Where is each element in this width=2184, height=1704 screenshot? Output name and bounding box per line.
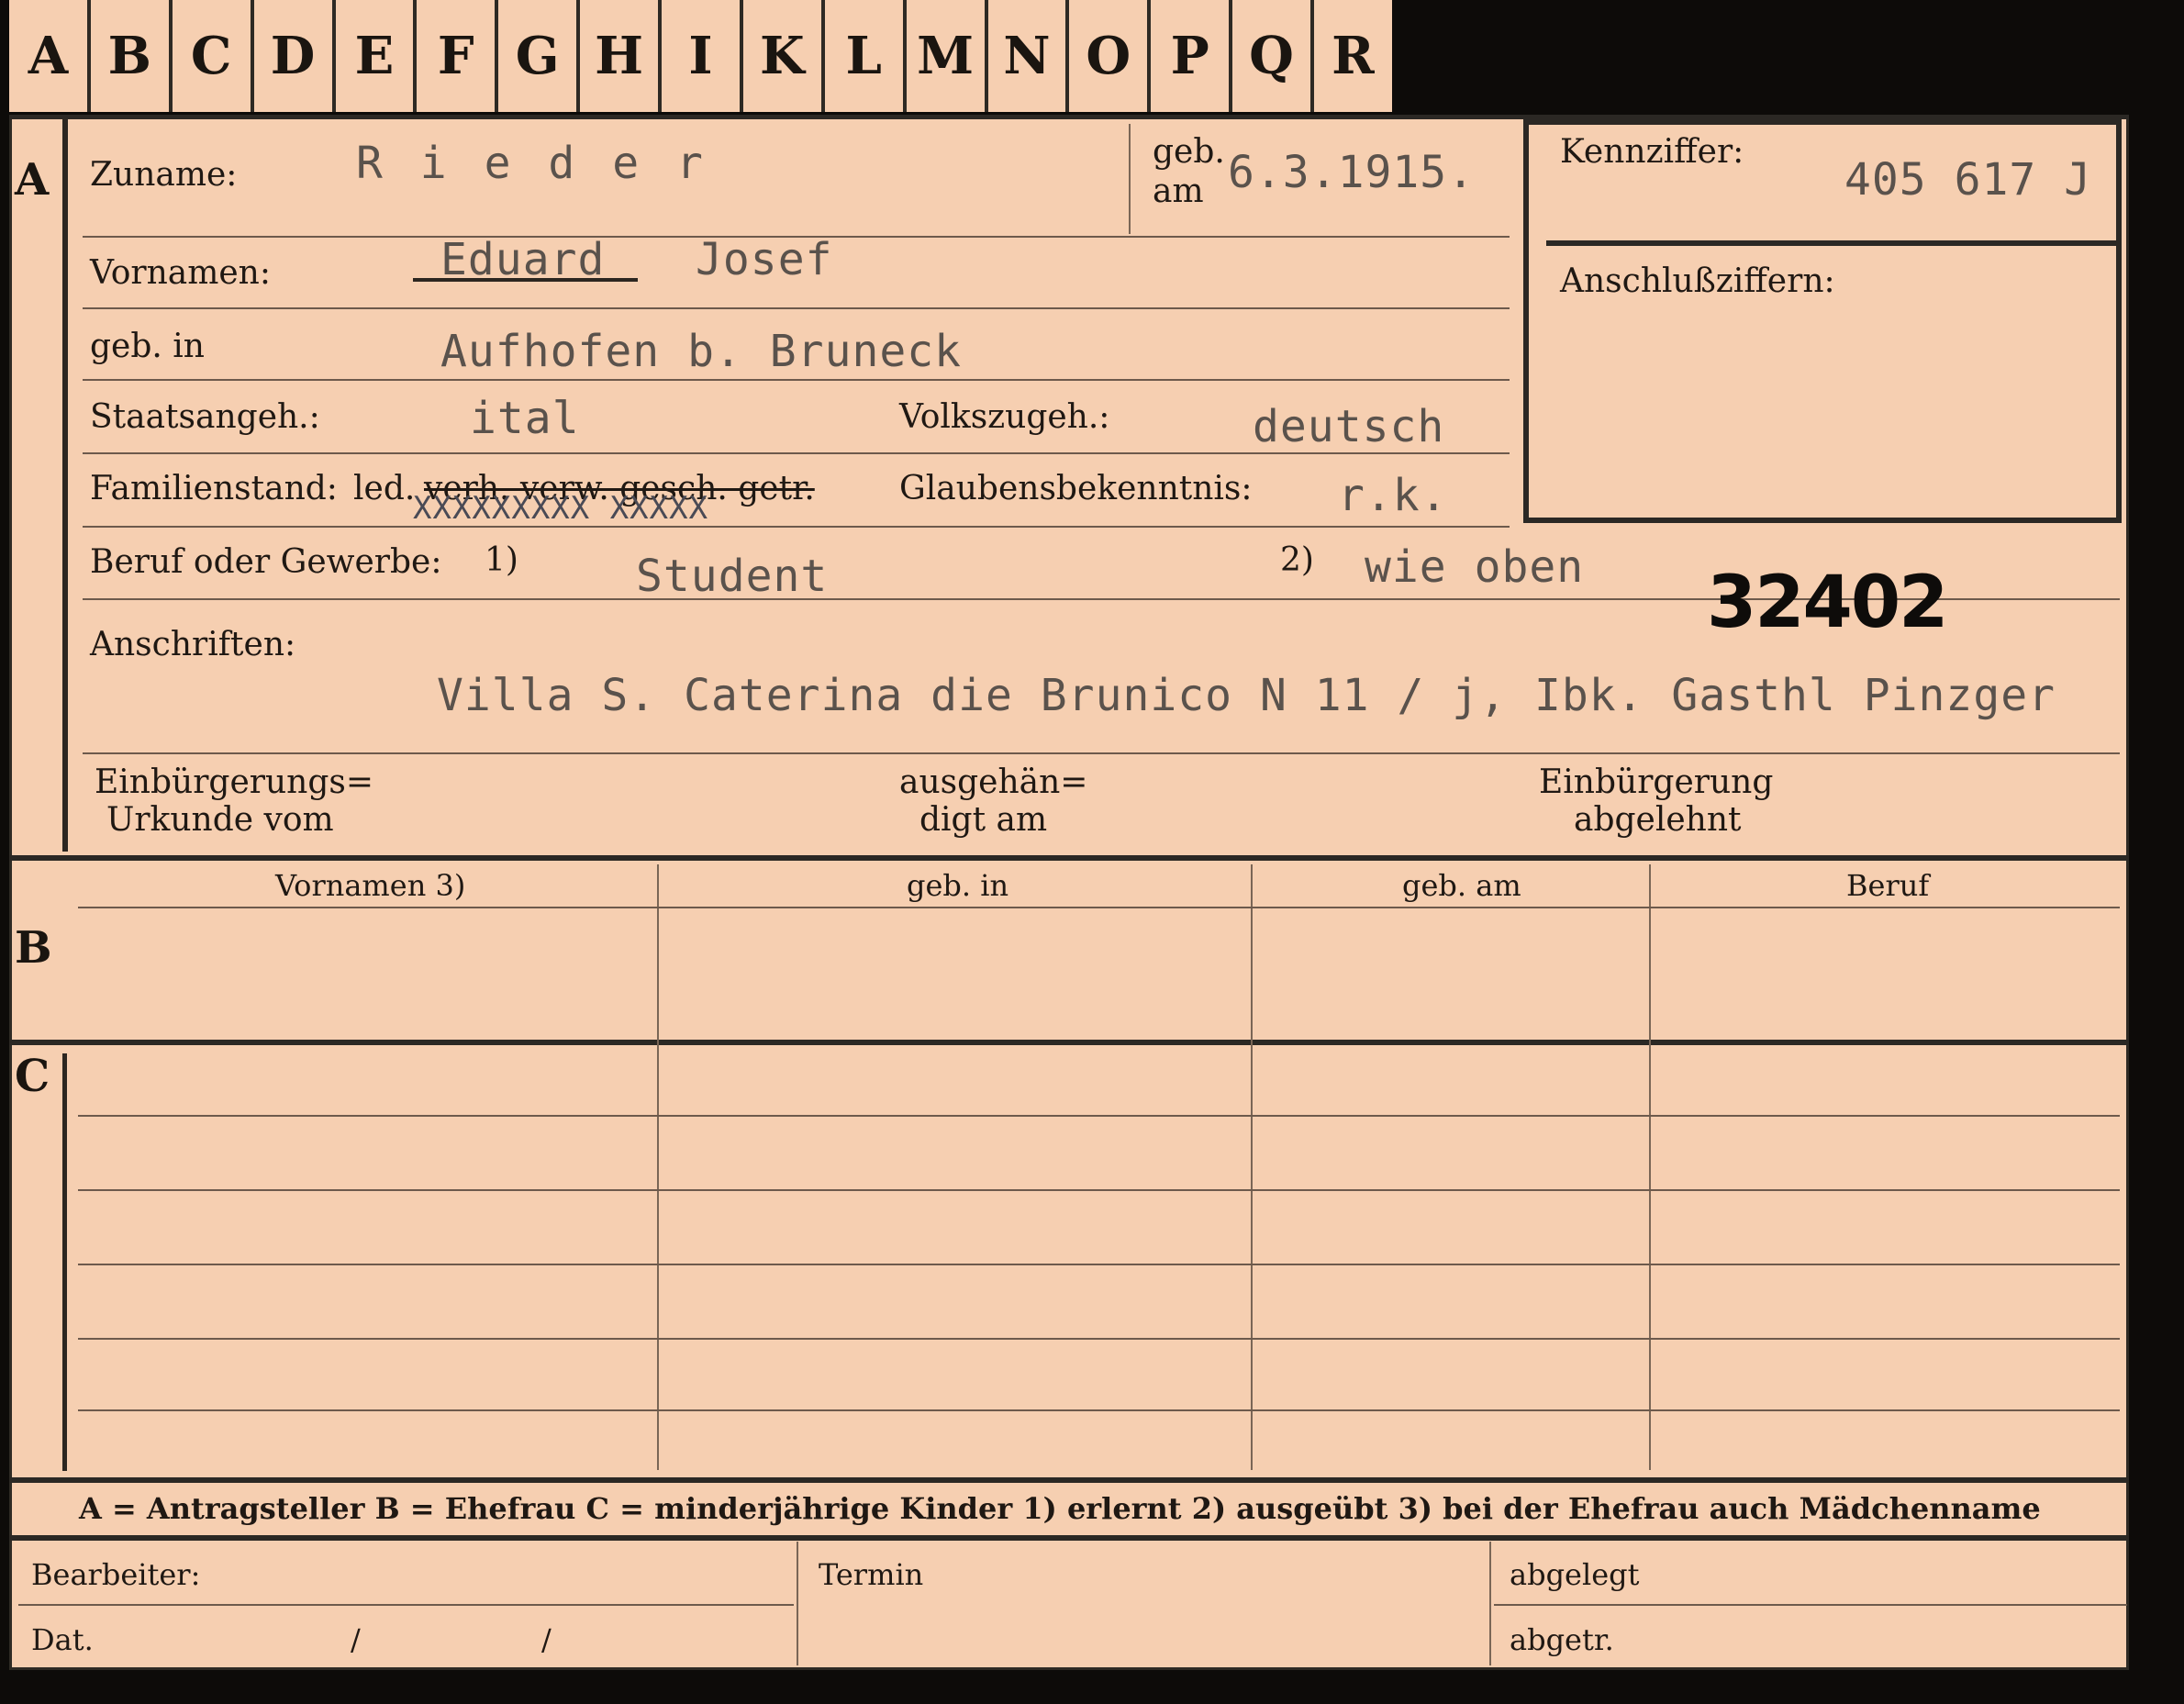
- geb-am-label-1: geb.: [1153, 133, 1225, 171]
- familienstand-label: Familienstand:: [90, 470, 338, 507]
- ausgehaendigt-label-2: digt am: [919, 801, 1048, 839]
- glaubensbekenntnis-value: r.k.: [1338, 470, 1448, 521]
- dat-label: Dat.: [31, 1622, 94, 1657]
- staatsangehoerigkeit-value: ital: [470, 393, 580, 444]
- abgelehnt-label-2: abgelehnt: [1574, 801, 1742, 839]
- table-header-vornamen: Vornamen 3): [275, 868, 466, 903]
- abgetr-label: abgetr.: [1510, 1622, 1614, 1657]
- termin-label: Termin: [819, 1557, 924, 1592]
- beruf-value-2: wie oben: [1365, 541, 1585, 593]
- section-c-rule: [62, 1053, 67, 1471]
- staatsangehoerigkeit-label: Staatsangeh.:: [90, 398, 320, 436]
- abgelegt-label: abgelegt: [1510, 1557, 1640, 1592]
- section-c-letter: C: [15, 1051, 50, 1102]
- legend-top-rule: [9, 1477, 2129, 1483]
- kennziffer-divider: [1546, 240, 2120, 246]
- alphabet-tab-n[interactable]: N: [987, 0, 1070, 112]
- date-slash-2: /: [541, 1622, 552, 1657]
- section-a-rule: [62, 117, 68, 852]
- alphabet-tab-c[interactable]: C: [172, 0, 254, 112]
- footer-divider: [1489, 1542, 1491, 1665]
- row-divider: [1129, 124, 1131, 234]
- geb-in-label: geb. in: [90, 328, 205, 365]
- vornamen-value-2: Josef: [696, 234, 833, 285]
- section-b-letter: B: [15, 922, 52, 974]
- kennziffer-value: 405 617 J: [1844, 154, 2092, 206]
- ausgehaendigt-label-1: ausgehän=: [899, 763, 1088, 801]
- table-row-line: [78, 1115, 2120, 1117]
- alphabet-tab-i[interactable]: I: [662, 0, 743, 112]
- anschlussziffern-label: Anschlußziffern:: [1560, 262, 1835, 300]
- alphabet-tab-m[interactable]: M: [906, 0, 988, 112]
- row-line: [83, 452, 1510, 454]
- table-row-line: [78, 1409, 2120, 1411]
- geb-in-value: Aufhofen b. Bruneck: [440, 326, 963, 377]
- alphabet-tab-o[interactable]: O: [1069, 0, 1152, 112]
- vornamen-underline: [413, 278, 638, 282]
- zuname-value: R i e d e r: [356, 138, 708, 189]
- row-line: [83, 379, 1510, 381]
- beruf-value: Student: [636, 551, 829, 602]
- table-header-line: [78, 907, 2120, 908]
- section-b-top-rule: [9, 855, 2129, 861]
- row-line: [83, 307, 1510, 309]
- alphabet-tab-p[interactable]: P: [1151, 0, 1233, 112]
- table-col-divider: [1251, 864, 1253, 1470]
- row-line: [83, 752, 2120, 754]
- footer-line: [1494, 1604, 2127, 1606]
- legend-text: A = Antragsteller B = Ehefrau C = minder…: [79, 1491, 2041, 1526]
- section-c-top-rule: [9, 1040, 2129, 1045]
- volkszugehoerigkeit-label: Volkszugeh.:: [899, 398, 1110, 436]
- alphabet-tab-l[interactable]: L: [824, 0, 907, 112]
- table-header-geb-in: geb. in: [907, 868, 1009, 903]
- beruf-label: Beruf oder Gewerbe:: [90, 543, 442, 581]
- alphabet-tab-e[interactable]: E: [335, 0, 418, 112]
- vornamen-label: Vornamen:: [90, 254, 271, 292]
- einbuergerungs-label-1: Einbürgerungs=: [95, 763, 374, 801]
- alphabet-tab-a[interactable]: A: [9, 0, 91, 112]
- alphabet-tab-q[interactable]: Q: [1232, 0, 1314, 112]
- table-header-beruf: Beruf: [1846, 868, 1930, 903]
- alphabet-tab-row: ABCDEFGHIKLMNOPQR: [9, 0, 1392, 115]
- table-row-line: [78, 1338, 2120, 1340]
- table-col-divider: [1649, 864, 1651, 1470]
- table-header-geb-am: geb. am: [1402, 868, 1521, 903]
- row-line: [83, 526, 1510, 528]
- section-a-letter: A: [15, 154, 50, 206]
- beruf-note-2: 2): [1280, 541, 1314, 579]
- glaubensbekenntnis-label: Glaubensbekenntnis:: [899, 470, 1253, 507]
- anschriften-value: Villa S. Caterina die Brunico N 11 / j, …: [437, 670, 2056, 721]
- table-col-divider: [657, 864, 659, 1470]
- alphabet-tab-h[interactable]: H: [580, 0, 662, 112]
- alphabet-tab-d[interactable]: D: [253, 0, 336, 112]
- volkszugehoerigkeit-value: deutsch: [1253, 401, 1445, 452]
- alphabet-tab-k[interactable]: K: [742, 0, 825, 112]
- zuname-label: Zuname:: [90, 156, 238, 194]
- alphabet-tab-b[interactable]: B: [90, 0, 173, 112]
- alphabet-tab-r[interactable]: R: [1314, 0, 1392, 112]
- table-row-line: [78, 1264, 2120, 1265]
- familienstand-crossout: XXXXXXXXX XXXXX: [413, 490, 709, 527]
- anschriften-label: Anschriften:: [90, 626, 296, 663]
- number-stamp: 32402: [1707, 562, 1948, 644]
- table-row-line: [78, 1189, 2120, 1191]
- footer-line: [18, 1604, 794, 1606]
- geb-am-label-2: am: [1153, 173, 1204, 210]
- alphabet-tab-f[interactable]: F: [417, 0, 499, 112]
- footer-divider: [797, 1542, 798, 1665]
- date-slash-1: /: [351, 1622, 361, 1657]
- kennziffer-label: Kennziffer:: [1560, 133, 1744, 171]
- abgelehnt-label-1: Einbürgerung: [1539, 763, 1774, 801]
- alphabet-tab-g[interactable]: G: [498, 0, 581, 112]
- footer-top-rule: [9, 1535, 2129, 1541]
- einbuergerungs-label-2: Urkunde vom: [106, 801, 334, 839]
- geb-am-value: 6.3.1915.: [1228, 147, 1476, 198]
- familienstand-led: led.: [353, 470, 416, 507]
- beruf-note-1: 1): [485, 541, 518, 579]
- bearbeiter-label: Bearbeiter:: [31, 1557, 201, 1592]
